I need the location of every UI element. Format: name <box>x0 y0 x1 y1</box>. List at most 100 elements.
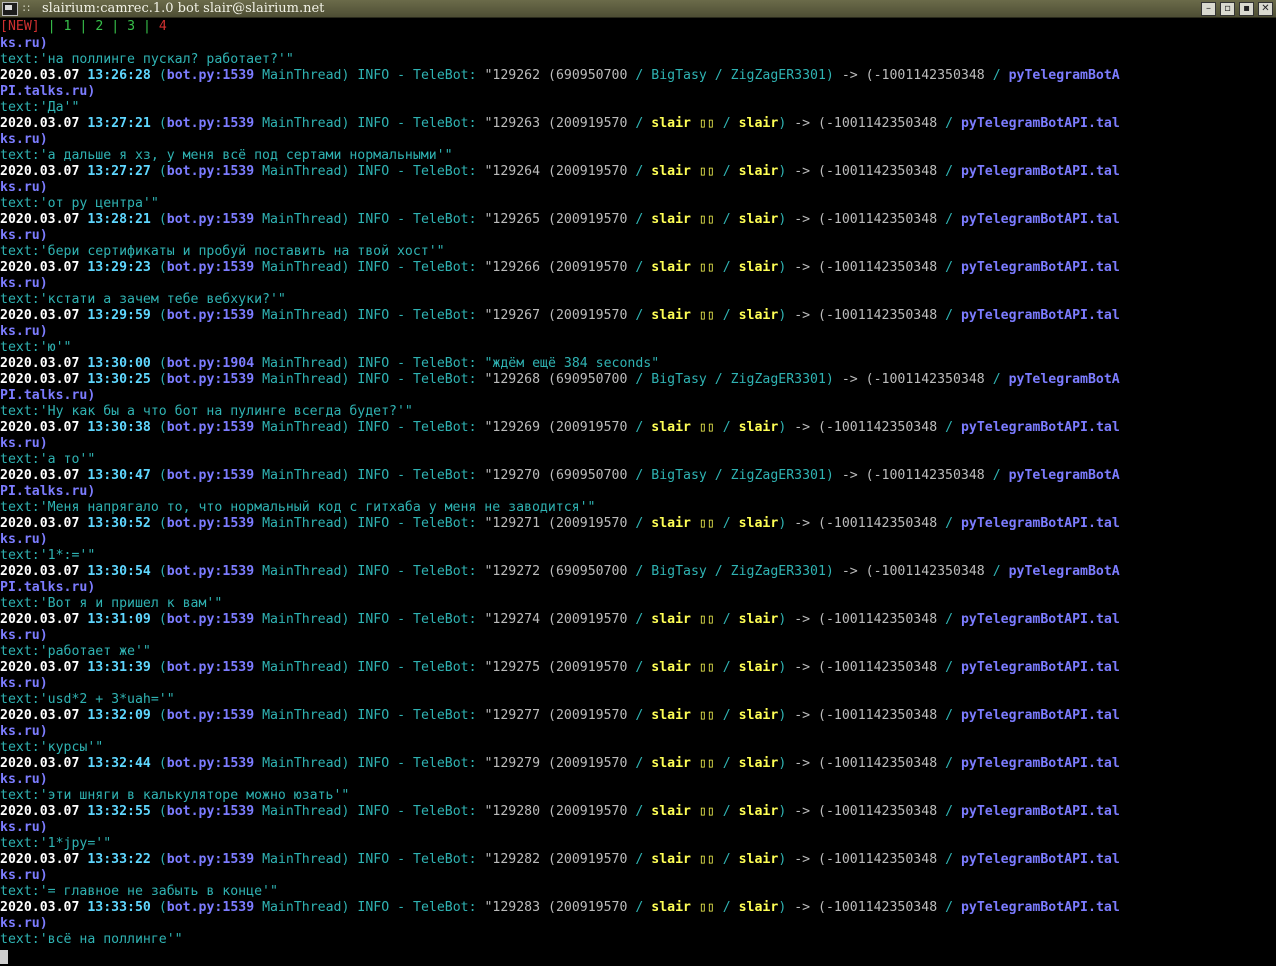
log-update-id: "129279 <box>484 756 541 771</box>
log-separator: / <box>714 852 739 867</box>
log-logger: TeleBot: <box>413 564 477 579</box>
log-message-text: text:'бери сертификаты и пробуй поставит… <box>0 244 445 259</box>
log-user-id: (200919570 <box>548 804 628 819</box>
log-username: slair <box>738 852 779 867</box>
log-level: INFO <box>357 68 390 83</box>
log-message-text: text:'эти шняги в калькуляторе можно юза… <box>0 788 350 803</box>
log-line: ks.ru) <box>0 868 1276 884</box>
log-level: INFO <box>357 852 390 867</box>
log-message-text: text:'Ну как бы а что бот на пулинге все… <box>0 404 413 419</box>
log-line: ks.ru) <box>0 772 1276 788</box>
log-chat-name: pyTelegramBotAPI.tal <box>960 852 1120 867</box>
log-line: PI.talks.ru) <box>0 84 1276 100</box>
log-time: 13:32:44 <box>87 756 151 771</box>
log-chat-id: -> (-1001142350348 <box>841 372 985 387</box>
log-line: ks.ru) <box>0 820 1276 836</box>
log-paren: ) <box>778 900 787 915</box>
log-line: ks.ru) <box>0 436 1276 452</box>
log-separator: - <box>389 804 413 819</box>
log-line: ks.ru) <box>0 916 1276 932</box>
log-user-id: (690950700 <box>548 68 628 83</box>
log-line: 2020.03.07 13:32:09 (bot.py:1539 MainThr… <box>0 708 1276 724</box>
log-chat-id: -> (-1001142350348 <box>794 516 938 531</box>
log-update-id: "129264 <box>484 164 541 179</box>
log-thread: MainThread <box>262 372 342 387</box>
tab-3[interactable]: 3 <box>127 19 135 34</box>
log-source-file: bot.py:1539 <box>166 420 255 435</box>
log-paren: ( <box>158 468 167 483</box>
log-paren: ) <box>341 372 350 387</box>
log-chat-name: pyTelegramBotA <box>1008 564 1120 579</box>
log-logger: TeleBot: <box>413 852 477 867</box>
log-user-name: slair ▯▯ <box>651 804 715 819</box>
log-separator: / <box>714 260 739 275</box>
log-separator: / <box>714 420 739 435</box>
log-line: PI.talks.ru) <box>0 580 1276 596</box>
log-line: 2020.03.07 13:28:21 (bot.py:1539 MainThr… <box>0 212 1276 228</box>
log-username: slair <box>738 516 779 531</box>
log-wrap-text: ks.ru) <box>0 676 48 691</box>
log-user-name: slair ▯▯ <box>651 420 715 435</box>
terminal-app-icon[interactable] <box>2 2 18 16</box>
log-chat-name: pyTelegramBotAPI.tal <box>960 260 1120 275</box>
log-separator: / <box>937 308 961 323</box>
log-paren: ) <box>778 116 787 131</box>
tab-4[interactable]: 4 <box>159 19 167 34</box>
log-time: 13:30:54 <box>87 564 151 579</box>
log-line: text:'usd*2 + 3*uah='" <box>0 692 1276 708</box>
maximize-button[interactable]: ▪ <box>1239 2 1254 16</box>
log-message-text: text:'а то'" <box>0 452 96 467</box>
log-update-id: "129262 <box>484 68 541 83</box>
log-separator: / <box>714 308 739 323</box>
log-level: INFO <box>357 612 390 627</box>
log-line: ks.ru) <box>0 324 1276 340</box>
tab-1[interactable]: 1 <box>64 19 72 34</box>
log-separator: - <box>389 900 413 915</box>
log-logger: TeleBot: <box>413 356 477 371</box>
log-line: 2020.03.07 13:30:25 (bot.py:1539 MainThr… <box>0 372 1276 388</box>
close-button[interactable]: ✕ <box>1258 2 1273 16</box>
log-separator: / <box>706 564 731 579</box>
log-paren: ( <box>158 708 167 723</box>
log-date: 2020.03.07 <box>0 116 80 131</box>
log-username: slair <box>738 612 779 627</box>
log-wrap-text: ks.ru) <box>0 132 48 147</box>
title-bar[interactable]: ∷ slairium:camrec.1.0 bot slair@slairium… <box>0 0 1276 18</box>
tab-new[interactable]: [NEW] <box>0 19 40 34</box>
log-date: 2020.03.07 <box>0 260 80 275</box>
log-user-id: (690950700 <box>548 468 628 483</box>
minimize-button[interactable]: – <box>1201 2 1216 16</box>
log-source-file: bot.py:1539 <box>166 212 255 227</box>
terminal-output[interactable]: ks.ru) text:'на поллинге пускал? работает… <box>0 36 1276 966</box>
log-separator: / <box>627 308 652 323</box>
restore-button[interactable]: ▫ <box>1220 2 1235 16</box>
log-separator: / <box>937 660 961 675</box>
log-paren: ( <box>158 116 167 131</box>
log-message-text: text:'= главное не забыть в конце'" <box>0 884 278 899</box>
log-user-id: (690950700 <box>548 564 628 579</box>
log-line: text:'Да'" <box>0 100 1276 116</box>
log-chat-name: pyTelegramBotAPI.tal <box>960 612 1120 627</box>
log-line: ks.ru) <box>0 228 1276 244</box>
log-user-name: BigTasy <box>651 564 707 579</box>
log-update-id: "129275 <box>484 660 541 675</box>
log-date: 2020.03.07 <box>0 356 80 371</box>
log-wrap-text: ks.ru) <box>0 436 48 451</box>
log-user-name: BigTasy <box>651 468 707 483</box>
log-chat-id: -> (-1001142350348 <box>794 164 938 179</box>
log-logger: TeleBot: <box>413 212 477 227</box>
log-user-id: (200919570 <box>548 260 628 275</box>
log-paren: ) <box>778 708 787 723</box>
log-source-file: bot.py:1539 <box>166 164 255 179</box>
log-paren: ) <box>341 468 350 483</box>
log-date: 2020.03.07 <box>0 372 80 387</box>
log-chat-id: -> (-1001142350348 <box>841 564 985 579</box>
log-chat-name: pyTelegramBotAPI.tal <box>960 708 1120 723</box>
log-paren: ) <box>341 68 350 83</box>
log-paren: ( <box>158 68 167 83</box>
log-paren: ( <box>158 900 167 915</box>
log-paren: ) <box>778 164 787 179</box>
log-paren: ) <box>341 708 350 723</box>
log-user-name: slair ▯▯ <box>651 260 715 275</box>
tab-2[interactable]: 2 <box>95 19 103 34</box>
